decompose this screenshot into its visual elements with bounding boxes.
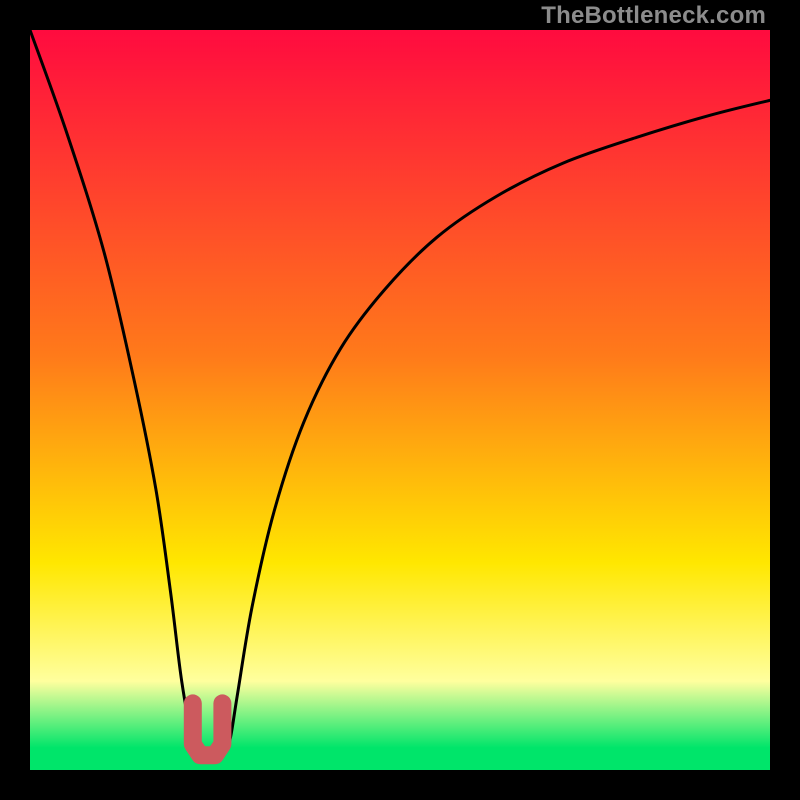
- chart-svg: [30, 30, 770, 770]
- gradient-background: [30, 30, 770, 770]
- watermark-text: TheBottleneck.com: [541, 2, 766, 30]
- plot-area: [30, 30, 770, 770]
- chart-frame: TheBottleneck.com: [0, 0, 800, 800]
